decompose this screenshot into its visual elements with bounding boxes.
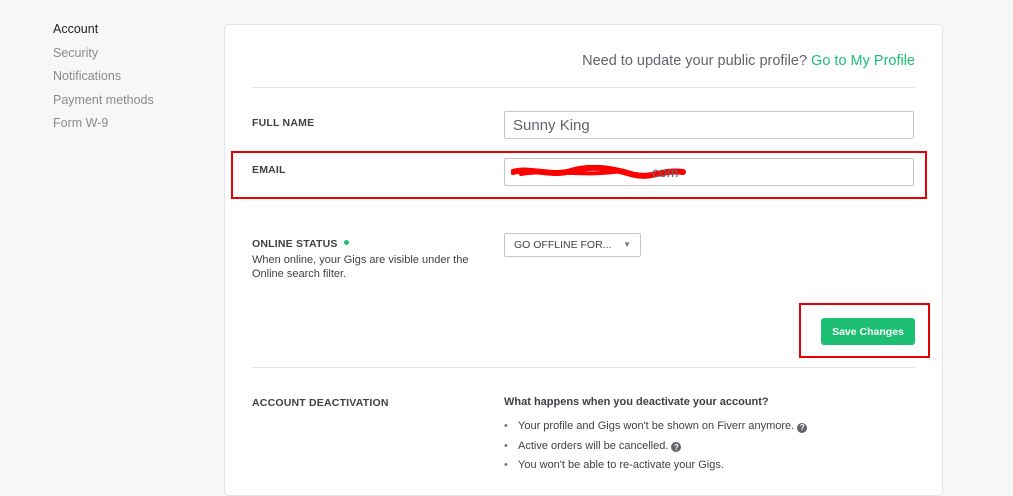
account-settings-card: Need to update your public profile? Go t… xyxy=(224,24,943,496)
list-item: • Your profile and Gigs won't be shown on… xyxy=(504,420,808,440)
full-name-input[interactable] xyxy=(504,111,914,139)
account-deactivation-label: ACCOUNT DEACTIVATION xyxy=(252,397,389,409)
deactivation-list: • Your profile and Gigs won't be shown on… xyxy=(504,420,808,479)
list-item: • You won't be able to re-activate your G… xyxy=(504,459,724,471)
question-circle-icon[interactable]: ? xyxy=(797,422,808,433)
top-divider xyxy=(252,87,915,88)
deactivation-heading: What happens when you deactivate your ac… xyxy=(504,396,769,408)
online-status-select-value: GO OFFLINE FOR... xyxy=(514,239,612,251)
profile-prompt-text: Need to update your public profile? xyxy=(582,53,808,69)
settings-sidebar: Account Security Notifications Payment m… xyxy=(53,21,203,139)
online-status-label: ONLINE STATUS xyxy=(252,238,349,250)
sidebar-item-security[interactable]: Security xyxy=(53,45,203,69)
middle-divider xyxy=(252,367,915,368)
online-status-label-text: ONLINE STATUS xyxy=(252,238,338,250)
green-dot-icon xyxy=(343,240,349,245)
online-status-description: When online, your Gigs are visible under… xyxy=(252,254,469,280)
profile-prompt: Need to update your public profile? Go t… xyxy=(582,53,915,69)
sidebar-item-notifications[interactable]: Notifications xyxy=(53,68,203,92)
caret-down-icon: ▼ xyxy=(623,240,631,249)
save-highlight-box xyxy=(799,303,930,358)
question-circle-icon[interactable]: ? xyxy=(671,442,682,452)
sidebar-item-account[interactable]: Account xyxy=(53,21,203,45)
full-name-label: FULL NAME xyxy=(252,117,315,129)
email-highlight-box xyxy=(231,151,927,199)
sidebar-item-payment-methods[interactable]: Payment methods xyxy=(53,92,203,116)
go-to-profile-link[interactable]: Go to My Profile xyxy=(811,53,915,69)
sidebar-item-form-w9[interactable]: Form W-9 xyxy=(53,115,203,139)
list-item: • Active orders will be cancelled.? xyxy=(504,440,807,460)
online-status-select[interactable]: GO OFFLINE FOR... ▼ xyxy=(504,233,641,257)
